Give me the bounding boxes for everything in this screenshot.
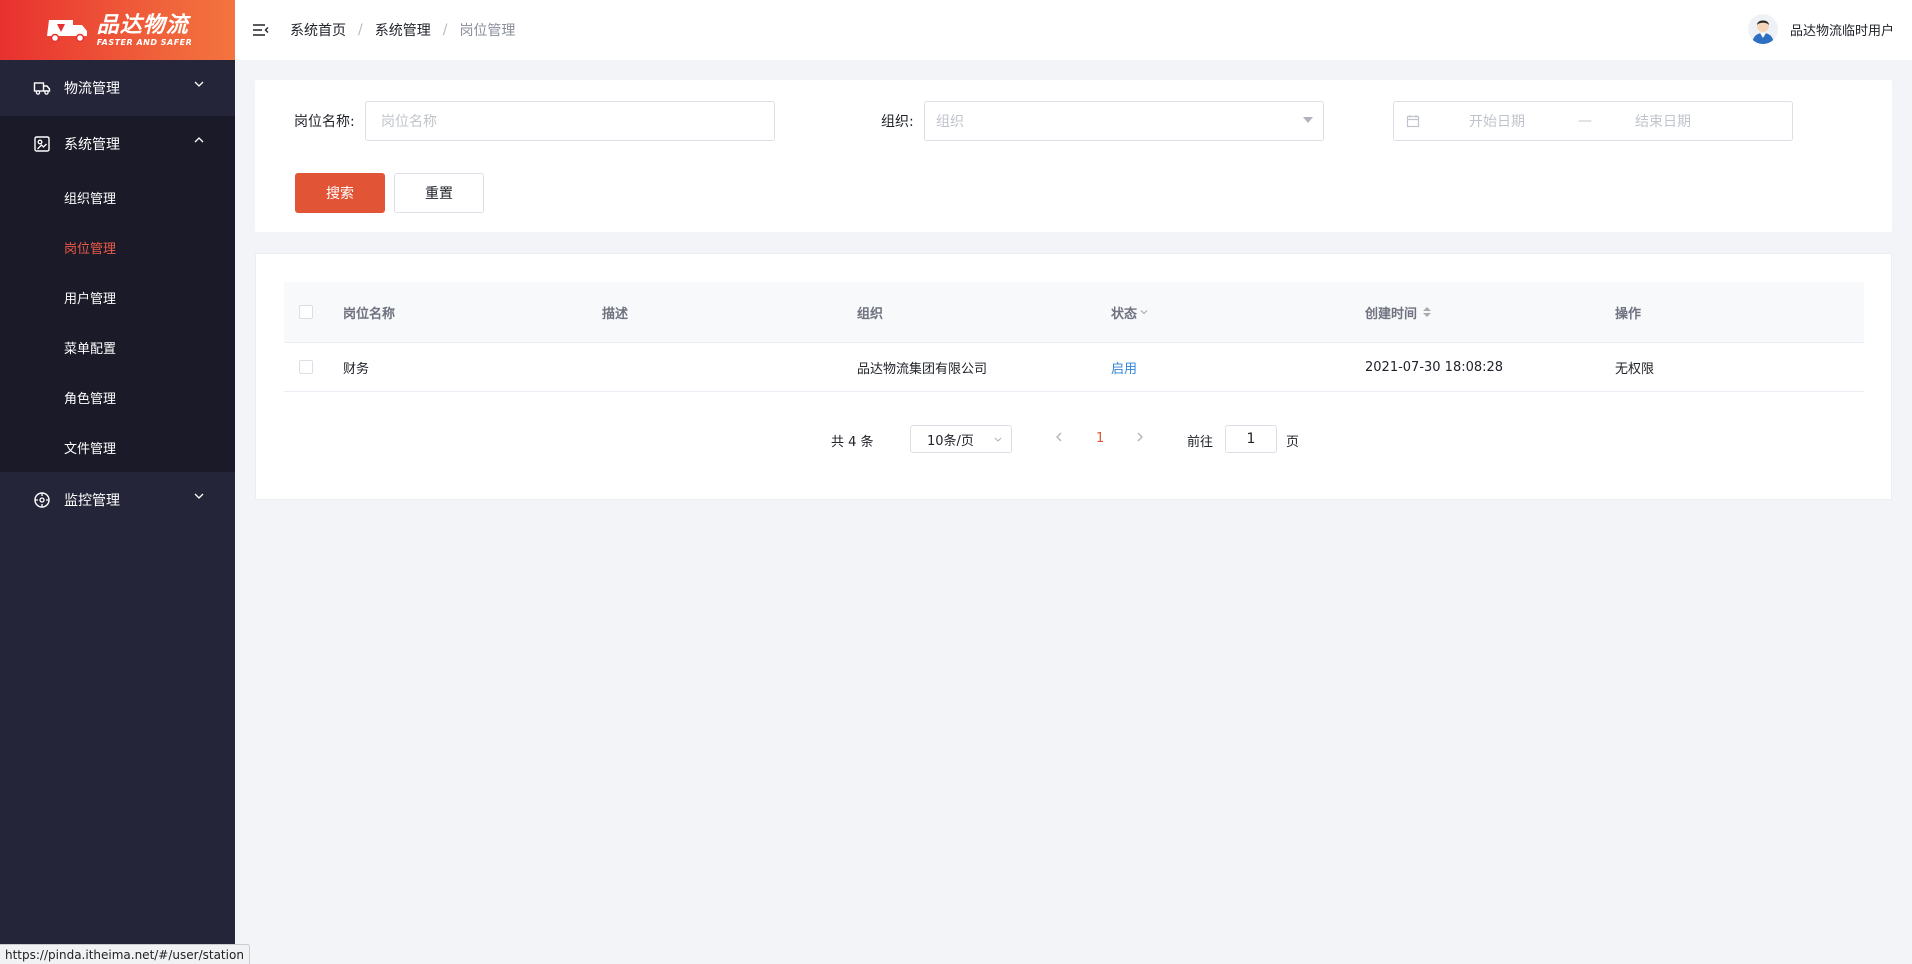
- menu-system[interactable]: 系统管理: [0, 116, 235, 172]
- sidebar: 品达物流 FASTER AND SAFER 物流管理 系统管理 组织管理 岗位管…: [0, 0, 235, 964]
- cell-organization: 品达物流集团有限公司: [857, 361, 988, 377]
- menu-group-logistics: 物流管理: [0, 60, 235, 116]
- logo-slogan: FASTER AND SAFER: [96, 37, 193, 47]
- sidebar-item-station[interactable]: 岗位管理: [0, 222, 235, 272]
- sidebar-item-role[interactable]: 角色管理: [0, 372, 235, 422]
- cell-created-time: 2021-07-30 18:08:28: [1365, 359, 1504, 375]
- truck-icon: [33, 79, 51, 97]
- prev-page-icon[interactable]: [1052, 429, 1066, 445]
- col-status[interactable]: 状态: [1111, 282, 1149, 342]
- col-actions: 操作: [1615, 306, 1642, 322]
- menu-group-monitor: 监控管理: [0, 472, 235, 528]
- date-range-separator: —: [1578, 113, 1592, 129]
- avatar: [1747, 14, 1778, 44]
- select-all-checkbox[interactable]: [299, 305, 313, 319]
- station-table-panel: 岗位名称 描述 组织 状态 创建时间 操作 财务 品达物流集团有限公司 启用 2…: [255, 253, 1892, 500]
- station-name-label: 岗位名称:: [294, 114, 355, 130]
- caret-down-icon: [1303, 117, 1313, 123]
- collapse-menu-icon[interactable]: [251, 20, 271, 40]
- pagination: 共 4 条 10条/页 1 前往 1 页: [0, 423, 1912, 455]
- station-name-placeholder: 岗位名称: [381, 114, 437, 130]
- chevron-down-icon: [194, 81, 204, 87]
- menu-monitor-label: 监控管理: [64, 493, 120, 509]
- chevron-down-icon: [194, 493, 204, 499]
- breadcrumb-home[interactable]: 系统首页: [290, 20, 346, 40]
- goto-label: 前往: [1187, 435, 1214, 450]
- cell-action: 无权限: [1615, 361, 1655, 377]
- sort-icon[interactable]: [1423, 307, 1432, 317]
- goto-page-input[interactable]: 1: [1225, 425, 1277, 453]
- start-date-input[interactable]: 开始日期: [1469, 111, 1525, 131]
- browser-status-url: https://pinda.itheima.net/#/user/station: [0, 944, 250, 964]
- breadcrumb-separator: /: [442, 22, 448, 38]
- user-name: 品达物流临时用户: [1789, 23, 1894, 39]
- breadcrumb-current: 岗位管理: [459, 23, 516, 39]
- table-row: 财务 品达物流集团有限公司 启用 2021-07-30 18:08:28 无权限: [284, 343, 1864, 392]
- top-header: 系统首页 / 系统管理 / 岗位管理 品达物流临时用户: [235, 0, 1912, 60]
- chevron-up-icon: [194, 137, 204, 143]
- org-label: 组织:: [881, 114, 914, 130]
- reset-button[interactable]: 重置: [394, 173, 484, 213]
- search-button[interactable]: 搜索: [295, 173, 385, 213]
- station-table: 岗位名称 描述 组织 状态 创建时间 操作 财务 品达物流集团有限公司 启用 2…: [284, 282, 1864, 392]
- sidebar-item-menu[interactable]: 菜单配置: [0, 322, 235, 372]
- search-panel: 岗位名称: 岗位名称 组织: 组织 开始日期 — 结束日期 搜索 重置: [255, 80, 1892, 232]
- station-name-input[interactable]: 岗位名称: [365, 101, 775, 141]
- next-page-icon[interactable]: [1133, 429, 1147, 445]
- sidebar-item-user[interactable]: 用户管理: [0, 272, 235, 322]
- filter-chevron-icon: [1140, 310, 1148, 315]
- menu-logistics-label: 物流管理: [64, 81, 120, 97]
- menu-group-system: 系统管理 组织管理 岗位管理 用户管理 菜单配置 角色管理 文件管理: [0, 116, 235, 472]
- user-menu[interactable]: 品达物流临时用户: [1747, 14, 1894, 44]
- end-date-input[interactable]: 结束日期: [1635, 111, 1691, 131]
- page-size-select[interactable]: 10条/页: [910, 425, 1012, 453]
- truck-logo-icon: [46, 20, 87, 43]
- calendar-icon: [1406, 115, 1420, 128]
- page-size-value: 10条/页: [927, 433, 974, 449]
- logo[interactable]: 品达物流 FASTER AND SAFER: [0, 0, 235, 60]
- menu-system-label: 系统管理: [64, 137, 120, 153]
- table-header: 岗位名称 描述 组织 状态 创建时间 操作: [284, 282, 1864, 343]
- menu-logistics[interactable]: 物流管理: [0, 60, 235, 116]
- logo-name: 品达物流: [96, 12, 189, 38]
- total-count: 共 4 条: [831, 435, 874, 450]
- monitor-icon: [33, 491, 51, 509]
- row-checkbox[interactable]: [299, 360, 313, 374]
- org-placeholder: 组织: [936, 114, 964, 130]
- col-organization: 组织: [857, 306, 884, 322]
- menu-monitor[interactable]: 监控管理: [0, 472, 235, 528]
- col-station-name: 岗位名称: [343, 306, 396, 322]
- date-range-picker[interactable]: 开始日期 — 结束日期: [1393, 101, 1793, 141]
- cell-status[interactable]: 启用: [1111, 343, 1137, 391]
- page-suffix: 页: [1286, 435, 1300, 450]
- org-select[interactable]: 组织: [924, 101, 1324, 141]
- col-status-label: 状态: [1111, 306, 1138, 322]
- col-description: 描述: [602, 306, 629, 322]
- breadcrumb: 系统首页 / 系统管理 / 岗位管理: [290, 20, 515, 40]
- cell-station-name: 财务: [343, 361, 370, 377]
- sidebar-item-org[interactable]: 组织管理: [0, 172, 235, 222]
- col-created-time[interactable]: 创建时间: [1365, 282, 1432, 342]
- breadcrumb-separator: /: [358, 22, 363, 38]
- col-created-time-label: 创建时间: [1365, 306, 1418, 322]
- breadcrumb-system[interactable]: 系统管理: [375, 20, 431, 40]
- system-icon: [33, 135, 51, 153]
- page-number-current[interactable]: 1: [1096, 431, 1104, 446]
- chevron-down-icon: [994, 437, 1002, 442]
